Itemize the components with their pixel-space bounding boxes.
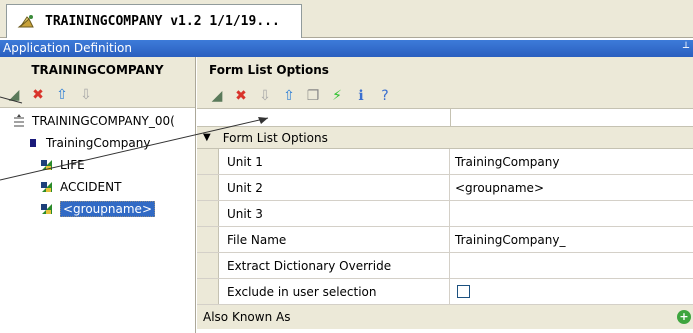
property-name: Exclude in user selection bbox=[219, 279, 450, 304]
document-tab[interactable]: TRAININGCOMPANY v1.2 1/1/19... bbox=[6, 4, 302, 38]
row-gutter bbox=[197, 227, 219, 252]
add-node-icon[interactable]: ◢ bbox=[209, 88, 225, 104]
category-label: Form List Options bbox=[222, 130, 328, 145]
properties-pane-header: Form List Options bbox=[197, 57, 693, 83]
tree-node-label: LIFE bbox=[60, 158, 85, 172]
grid-header-strip bbox=[197, 108, 693, 127]
exclude-checkbox[interactable] bbox=[457, 285, 470, 298]
document-tab-strip: TRAININGCOMPANY v1.2 1/1/19... bbox=[0, 0, 693, 38]
copy-icon[interactable]: ❐ bbox=[305, 88, 321, 104]
application-icon bbox=[17, 15, 34, 28]
add-icon[interactable]: + bbox=[677, 310, 691, 324]
property-name: Also Known As bbox=[203, 310, 291, 324]
tree-node-label: TrainingCompany bbox=[46, 136, 151, 150]
property-row-also-known-as[interactable]: Also Known As + bbox=[197, 305, 693, 329]
move-down-icon[interactable]: ⇩ bbox=[78, 87, 94, 103]
pin-icon[interactable]: ┴ bbox=[683, 40, 689, 57]
row-gutter bbox=[197, 175, 219, 200]
property-value[interactable]: TrainingCompany_ bbox=[450, 227, 693, 252]
property-name: File Name bbox=[219, 227, 450, 252]
delete-icon[interactable]: ✖ bbox=[233, 88, 249, 104]
property-name: Extract Dictionary Override bbox=[219, 253, 450, 278]
tree-node-label: <groupname> bbox=[60, 201, 155, 217]
property-row[interactable]: Unit 1 TrainingCompany bbox=[197, 149, 693, 175]
property-row[interactable]: File Name TrainingCompany_ bbox=[197, 227, 693, 253]
property-row[interactable]: Unit 3 bbox=[197, 201, 693, 227]
move-up-icon[interactable]: ⇧ bbox=[281, 88, 297, 104]
move-up-icon[interactable]: ⇧ bbox=[54, 87, 70, 103]
help-icon[interactable]: ? bbox=[377, 88, 393, 104]
property-row[interactable]: Unit 2 <groupname> bbox=[197, 175, 693, 201]
property-row[interactable]: Extract Dictionary Override bbox=[197, 253, 693, 279]
tree-node[interactable]: TrainingCompany bbox=[0, 132, 195, 154]
info-icon[interactable]: ℹ bbox=[353, 88, 369, 104]
group-icon bbox=[40, 158, 54, 172]
properties-pane: Form List Options ◢ ✖ ⇩ ⇧ ❐ ⚡ ℹ? ▼ Form List O… bbox=[197, 57, 693, 333]
row-gutter bbox=[197, 149, 219, 174]
row-gutter bbox=[197, 253, 219, 278]
tree-node-label: TRAININGCOMPANY_00( bbox=[32, 114, 175, 128]
move-down-icon[interactable]: ⇩ bbox=[257, 88, 273, 104]
property-name: Unit 3 bbox=[219, 201, 450, 226]
property-value[interactable] bbox=[450, 253, 693, 278]
row-gutter bbox=[197, 279, 219, 304]
property-name: Unit 2 bbox=[219, 175, 450, 200]
add-node-icon[interactable]: ◢ bbox=[6, 87, 22, 103]
panel-title-bar: Application Definition ┴ bbox=[0, 40, 693, 57]
tree-view: TRAININGCOMPANY_00( TrainingCompany LIFE AC… bbox=[0, 108, 195, 220]
group-icon bbox=[40, 180, 54, 194]
property-name: Unit 1 bbox=[219, 149, 450, 174]
property-row[interactable]: Exclude in user selection bbox=[197, 279, 693, 305]
tree-node-label: ACCIDENT bbox=[60, 180, 122, 194]
property-value[interactable]: <groupname> bbox=[450, 175, 693, 200]
property-category[interactable]: ▼ Form List Options bbox=[197, 127, 693, 149]
collapse-arrow-icon[interactable]: ▼ bbox=[203, 132, 211, 143]
group-icon bbox=[40, 202, 54, 216]
panel-title: Application Definition bbox=[3, 41, 132, 55]
row-gutter bbox=[197, 201, 219, 226]
tab-title: TRAININGCOMPANY v1.2 1/1/19... bbox=[45, 14, 280, 29]
tree-node[interactable]: <groupname> bbox=[0, 198, 195, 220]
tree-node[interactable]: ACCIDENT bbox=[0, 176, 195, 198]
tree-pane-header: TRAININGCOMPANY bbox=[0, 57, 195, 83]
properties-toolbar: ◢ ✖ ⇩ ⇧ ❐ ⚡ ℹ? bbox=[197, 83, 693, 108]
tree-toolbar: ◢ ✖ ⇧ ⇩ bbox=[0, 83, 195, 108]
folder-icon bbox=[26, 136, 40, 150]
property-value[interactable]: TrainingCompany bbox=[450, 149, 693, 174]
tree-node[interactable]: LIFE bbox=[0, 154, 195, 176]
property-grid: Unit 1 TrainingCompany Unit 2 <groupname> Un… bbox=[197, 149, 693, 305]
delete-icon[interactable]: ✖ bbox=[30, 87, 46, 103]
property-value[interactable] bbox=[450, 201, 693, 226]
tree-node[interactable]: TRAININGCOMPANY_00( bbox=[0, 110, 195, 132]
tree-pane: TRAININGCOMPANY ◢ ✖ ⇧ ⇩ TRAININGCOMPANY_00(… bbox=[0, 57, 196, 333]
lightning-icon[interactable]: ⚡ bbox=[329, 88, 345, 104]
property-value[interactable] bbox=[450, 279, 693, 304]
root-icon bbox=[12, 114, 26, 128]
